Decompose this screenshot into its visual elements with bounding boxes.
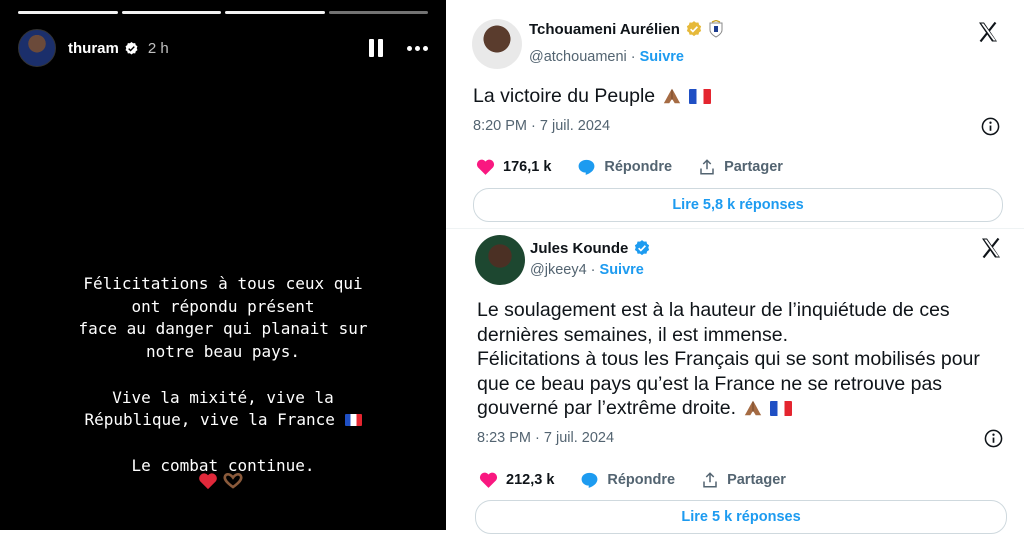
tweet-line: que ce beau pays qu’est la France ne se … — [477, 372, 943, 395]
verified-icon — [686, 21, 701, 37]
pause-icon[interactable] — [369, 39, 383, 57]
share-label: Partager — [727, 472, 786, 488]
france-flag-icon — [344, 414, 362, 427]
share-icon — [700, 159, 714, 175]
author-handle[interactable]: @atchouameni — [529, 49, 627, 65]
story-progress-bar — [18, 11, 428, 14]
heart-icon — [479, 472, 498, 488]
tweet-card: Tchouameni Aurélien @atchouameni · Suivr… — [446, 0, 1024, 229]
author-handle[interactable]: @jkeey4 — [530, 262, 587, 278]
read-replies-button[interactable]: Lire 5 k réponses — [475, 500, 1007, 534]
tweet-actions: 212,3 k Répondre Partager — [479, 471, 786, 489]
share-button[interactable]: Partager — [701, 471, 786, 489]
tweet-line: gouverné par l’extrême droite. — [477, 397, 737, 419]
praying-hands-icon — [744, 400, 762, 416]
praying-hands-icon — [663, 88, 681, 104]
info-icon[interactable] — [981, 117, 1000, 136]
read-replies-button[interactable]: Lire 5,8 k réponses — [473, 188, 1003, 222]
share-label: Partager — [724, 159, 783, 175]
tweet-author-name[interactable]: Jules Kounde — [530, 239, 651, 257]
tweet-body: La victoire du Peuple — [473, 85, 656, 107]
story-progress-segment — [328, 11, 428, 14]
like-button[interactable]: 176,1 k — [476, 158, 551, 176]
like-button[interactable]: 212,3 k — [479, 471, 554, 489]
story-avatar[interactable] — [18, 29, 56, 67]
story-line: Félicitations à tous ceux qui — [83, 274, 363, 293]
club-badge-icon — [709, 20, 723, 38]
reply-button[interactable]: Répondre — [577, 158, 672, 176]
story-header: thuram 2 h — [18, 28, 428, 68]
more-icon[interactable] — [407, 45, 428, 51]
story-emojis — [198, 472, 246, 490]
x-logo-icon[interactable] — [979, 236, 1003, 260]
avatar[interactable] — [475, 235, 525, 285]
tweet-line: dernières semaines, il est immense. — [477, 323, 789, 346]
reply-icon — [578, 159, 595, 175]
tweet-text: Le soulagement est à la hauteur de l’inq… — [477, 298, 1017, 421]
tweet-handle-row: @jkeey4 · Suivre — [530, 262, 644, 278]
tweet-author-name[interactable]: Tchouameni Aurélien — [529, 20, 724, 38]
follow-button[interactable]: Suivre — [600, 262, 644, 278]
france-flag-icon — [770, 400, 793, 416]
share-button[interactable]: Partager — [698, 158, 783, 176]
like-count: 212,3 k — [506, 472, 555, 488]
tweet-date[interactable]: 8:23 PM · 7 juil. 2024 — [477, 430, 614, 446]
reply-label: Répondre — [604, 159, 673, 175]
story-time: 2 h — [147, 39, 169, 57]
red-heart-icon — [199, 473, 217, 490]
tweet-line: Félicitations à tous les Français qui se… — [477, 348, 980, 370]
tweet-text: La victoire du Peuple — [473, 84, 712, 109]
story-progress-segment — [225, 11, 325, 14]
tweet-line: Le soulagement est à la hauteur de l’inq… — [477, 299, 950, 321]
tweet-actions: 176,1 k Répondre Partager — [476, 158, 783, 176]
story-line: Vive la mixité, vive la — [112, 387, 334, 407]
author-name[interactable]: Jules Kounde — [530, 240, 628, 257]
story-line: notre beau pays. — [145, 342, 301, 362]
avatar[interactable] — [472, 19, 522, 69]
tweet-date[interactable]: 8:20 PM · 7 juil. 2024 — [473, 118, 610, 134]
heart-hands-icon — [223, 472, 243, 489]
like-count: 176,1 k — [503, 159, 552, 175]
instagram-story: thuram 2 h Félicitations à tous ceux qui… — [0, 0, 446, 530]
story-text: Félicitations à tous ceux qui ont répond… — [0, 273, 446, 477]
france-flag-icon — [689, 88, 712, 104]
verified-icon — [125, 41, 138, 54]
tweet-handle-row: @atchouameni · Suivre — [529, 49, 684, 65]
story-line: face au danger qui planait sur — [78, 319, 368, 339]
story-username[interactable]: thuram — [68, 40, 119, 57]
verified-icon — [635, 240, 650, 256]
story-line: République, vive la France — [84, 410, 335, 430]
share-icon — [703, 472, 717, 488]
x-logo-icon[interactable] — [976, 20, 1000, 44]
reply-button[interactable]: Répondre — [580, 471, 675, 489]
author-name[interactable]: Tchouameni Aurélien — [529, 21, 680, 38]
story-progress-segment — [121, 11, 221, 14]
story-progress-segment — [18, 11, 118, 14]
reply-label: Répondre — [607, 472, 676, 488]
story-line: ont répondu présent — [131, 296, 315, 316]
follow-button[interactable]: Suivre — [640, 49, 684, 65]
tweet-card: Jules Kounde @jkeey4 · Suivre Le soulage… — [446, 229, 1024, 534]
heart-icon — [476, 159, 495, 175]
reply-icon — [581, 472, 598, 488]
info-icon[interactable] — [984, 429, 1003, 448]
